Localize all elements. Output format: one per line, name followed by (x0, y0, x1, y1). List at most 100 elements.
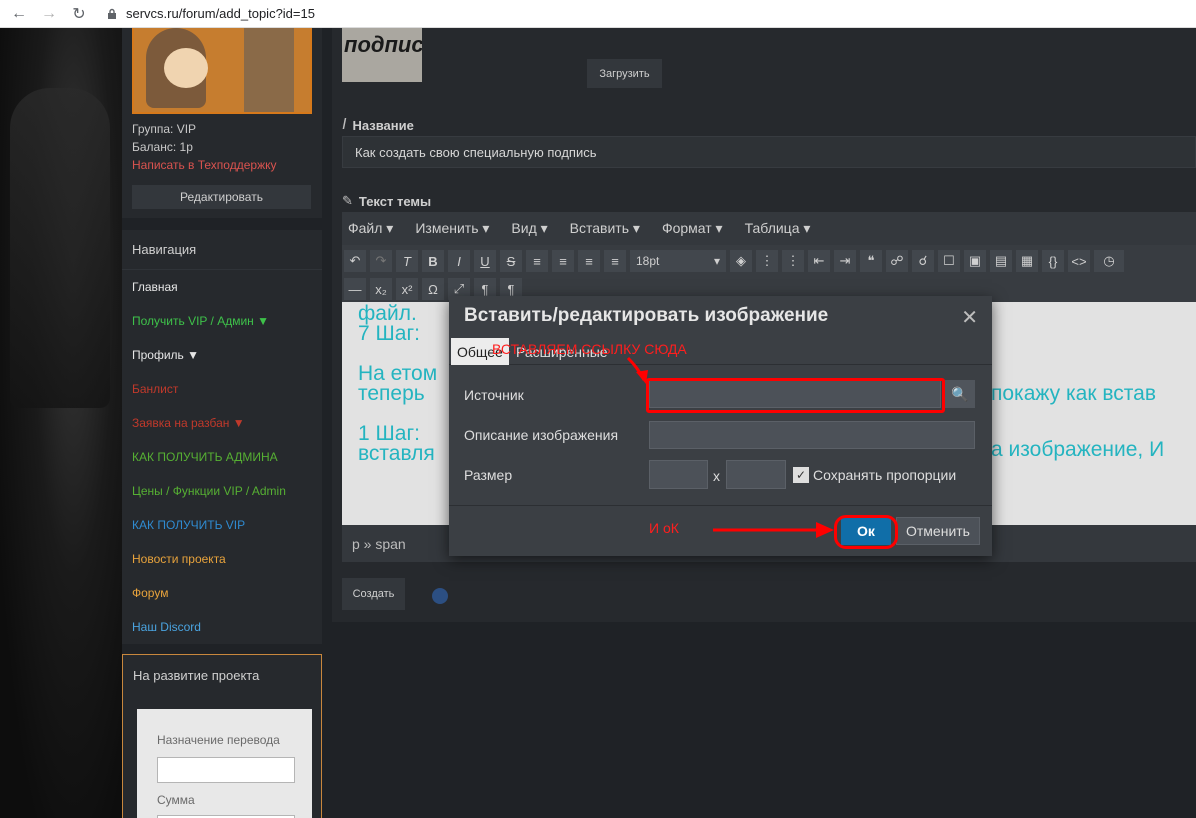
redo-icon[interactable]: ↷ (370, 250, 392, 272)
undo-icon[interactable]: ↶ (344, 250, 366, 272)
sidebar-item[interactable]: Цены / Функции VIP / Admin (122, 474, 322, 508)
keep-ratio-label: Сохранять пропорции (813, 467, 957, 483)
description-input[interactable] (649, 421, 975, 449)
background-artwork (0, 28, 122, 818)
align-center-icon[interactable]: ≡ (552, 250, 574, 272)
annotation-paste-link: ВСТАВЛЯЕМ ССЫЛКУ СЮДА (492, 341, 687, 357)
arrow-right-icon[interactable]: → (38, 3, 60, 25)
editor-menu-item[interactable]: Вставить ▾ (570, 220, 640, 237)
align-left-icon[interactable]: ≡ (526, 250, 548, 272)
sidebar-item[interactable]: Новости проекта (122, 542, 322, 576)
address-bar[interactable]: servcs.ru/forum/add_topic?id=15 (106, 6, 315, 21)
subscript-icon[interactable]: x₂ (370, 278, 392, 300)
bold-icon[interactable]: B (422, 250, 444, 272)
url-text: servcs.ru/forum/add_topic?id=15 (126, 6, 315, 21)
editor-menu-item[interactable]: Изменить ▾ (415, 220, 489, 237)
annotation-box-ok (834, 515, 898, 549)
code-sample-icon[interactable]: {} (1042, 250, 1064, 272)
horizontal-line-icon[interactable]: — (344, 278, 366, 300)
profile-box: Группа: VIP Баланс: 1р Написать в Техпод… (122, 28, 322, 218)
upload-button[interactable]: Загрузить (587, 59, 662, 88)
donate-form: Назначение перевода Сумма (137, 709, 312, 818)
clock-icon[interactable]: ◷ (1094, 250, 1124, 272)
donate-box: На развитие проекта Назначение перевода … (122, 654, 322, 818)
avatar (132, 28, 312, 114)
close-icon[interactable]: ✕ (961, 305, 978, 330)
amount-label: Сумма (157, 793, 195, 807)
width-input[interactable] (649, 460, 708, 489)
cancel-button[interactable]: Отменить (896, 517, 980, 545)
strikethrough-icon[interactable]: S (500, 250, 522, 272)
dialog-title: Вставить/редактировать изображение (464, 305, 829, 326)
sidebar-item[interactable]: Главная (122, 270, 322, 304)
blockquote-icon[interactable]: ❝ (860, 250, 882, 272)
checkbox-icon[interactable]: ✓ (793, 467, 809, 483)
align-justify-icon[interactable]: ≡ (604, 250, 626, 272)
image-dialog: Вставить/редактировать изображение ✕ Общ… (449, 296, 992, 556)
navigation-box: Навигация Главная Получить VIP / Админ ▼ П… (122, 230, 322, 644)
sidebar-item[interactable]: Наш Discord (122, 610, 322, 644)
sidebar-item[interactable]: Заявка на разбан ▼ (122, 406, 322, 440)
content-line-right: покажу как встав (991, 382, 1156, 405)
superscript-icon[interactable]: x² (396, 278, 418, 300)
emoji-icon[interactable] (432, 588, 448, 604)
size-separator: x (713, 468, 720, 484)
font-size-select[interactable]: 18pt ▾ (630, 250, 726, 272)
text-label: ✎ Текст темы (342, 193, 432, 209)
unlink-icon[interactable]: ☌ (912, 250, 934, 272)
sidebar-item[interactable]: КАК ПОЛУЧИТЬ VIP (122, 508, 322, 542)
height-input[interactable] (726, 460, 786, 489)
bookmark-icon[interactable]: ☐ (938, 250, 960, 272)
link-icon[interactable]: ☍ (886, 250, 908, 272)
signature-preview: подпись (342, 28, 422, 82)
navigation-title: Навигация (122, 230, 322, 270)
align-right-icon[interactable]: ≡ (578, 250, 600, 272)
outdent-icon[interactable]: ⇤ (808, 250, 830, 272)
reload-icon[interactable]: ↻ (68, 3, 90, 25)
support-link[interactable]: Написать в Техподдержку (132, 158, 276, 172)
italic-icon[interactable]: I (448, 250, 470, 272)
donate-title: На развитие проекта (133, 667, 260, 683)
image-icon[interactable]: ▣ (964, 250, 986, 272)
editor-menu-item[interactable]: Файл ▾ (348, 220, 393, 237)
underline-icon[interactable]: U (474, 250, 496, 272)
editor-menu-item[interactable]: Вид ▾ (511, 220, 547, 237)
sidebar-item[interactable]: Профиль ▼ (122, 338, 322, 372)
editor-menu-item[interactable]: Формат ▾ (662, 220, 723, 237)
editor-toolbar-row-1: ↶ ↷ T B I U S ≡ ≡ ≡ ≡ 18pt ▾ ◈ ⋮ ⋮ ⇤ ⇥ ❝ … (342, 249, 1196, 273)
user-balance: Баланс: 1р (132, 140, 193, 154)
bullet-list-icon[interactable]: ⋮ (756, 250, 778, 272)
arrow-left-icon[interactable]: ← (8, 3, 30, 25)
binoculars-icon[interactable]: ◈ (730, 250, 752, 272)
pencil-icon: ✎ (342, 193, 353, 208)
browser-toolbar: ← → ↻ servcs.ru/forum/add_topic?id=15 (0, 0, 1196, 28)
sidebar-item[interactable]: КАК ПОЛУЧИТЬ АДМИНА (122, 440, 322, 474)
create-button[interactable]: Создать (342, 578, 405, 610)
editor-menubar: Файл ▾ Изменить ▾ Вид ▾ Вставить ▾ Формат ▾ Т… (342, 212, 1196, 245)
annotation-box-source (646, 378, 945, 413)
edit-profile-button[interactable]: Редактировать (132, 185, 311, 209)
text-cursor-icon: I (342, 116, 347, 133)
purpose-label: Назначение перевода (157, 733, 280, 747)
media-icon[interactable]: ▤ (990, 250, 1012, 272)
annotation-and-ok: И оК (649, 520, 679, 536)
content-line-right: а изображение, И (991, 438, 1165, 461)
source-code-icon[interactable]: <> (1068, 250, 1090, 272)
indent-icon[interactable]: ⇥ (834, 250, 856, 272)
sidebar-item[interactable]: Банлист (122, 372, 322, 406)
sidebar-item[interactable]: Получить VIP / Админ ▼ (122, 304, 322, 338)
user-group: Группа: VIP (132, 122, 197, 136)
numbered-list-icon[interactable]: ⋮ (782, 250, 804, 272)
omega-icon[interactable]: Ω (422, 278, 444, 300)
clear-format-icon[interactable]: T (396, 250, 418, 272)
name-label: I Название (342, 116, 414, 133)
preview-icon[interactable]: ▦ (1016, 250, 1038, 272)
purpose-input[interactable] (157, 757, 295, 783)
browse-icon[interactable]: 🔍 (945, 380, 975, 408)
editor-menu-item[interactable]: Таблица ▾ (745, 220, 811, 237)
source-label: Источник (464, 387, 524, 403)
sidebar-item[interactable]: Форум (122, 576, 322, 610)
size-label: Размер (464, 467, 513, 483)
description-label: Описание изображения (464, 427, 619, 443)
topic-name-input[interactable]: Как создать свою специальную подпись (342, 136, 1196, 168)
